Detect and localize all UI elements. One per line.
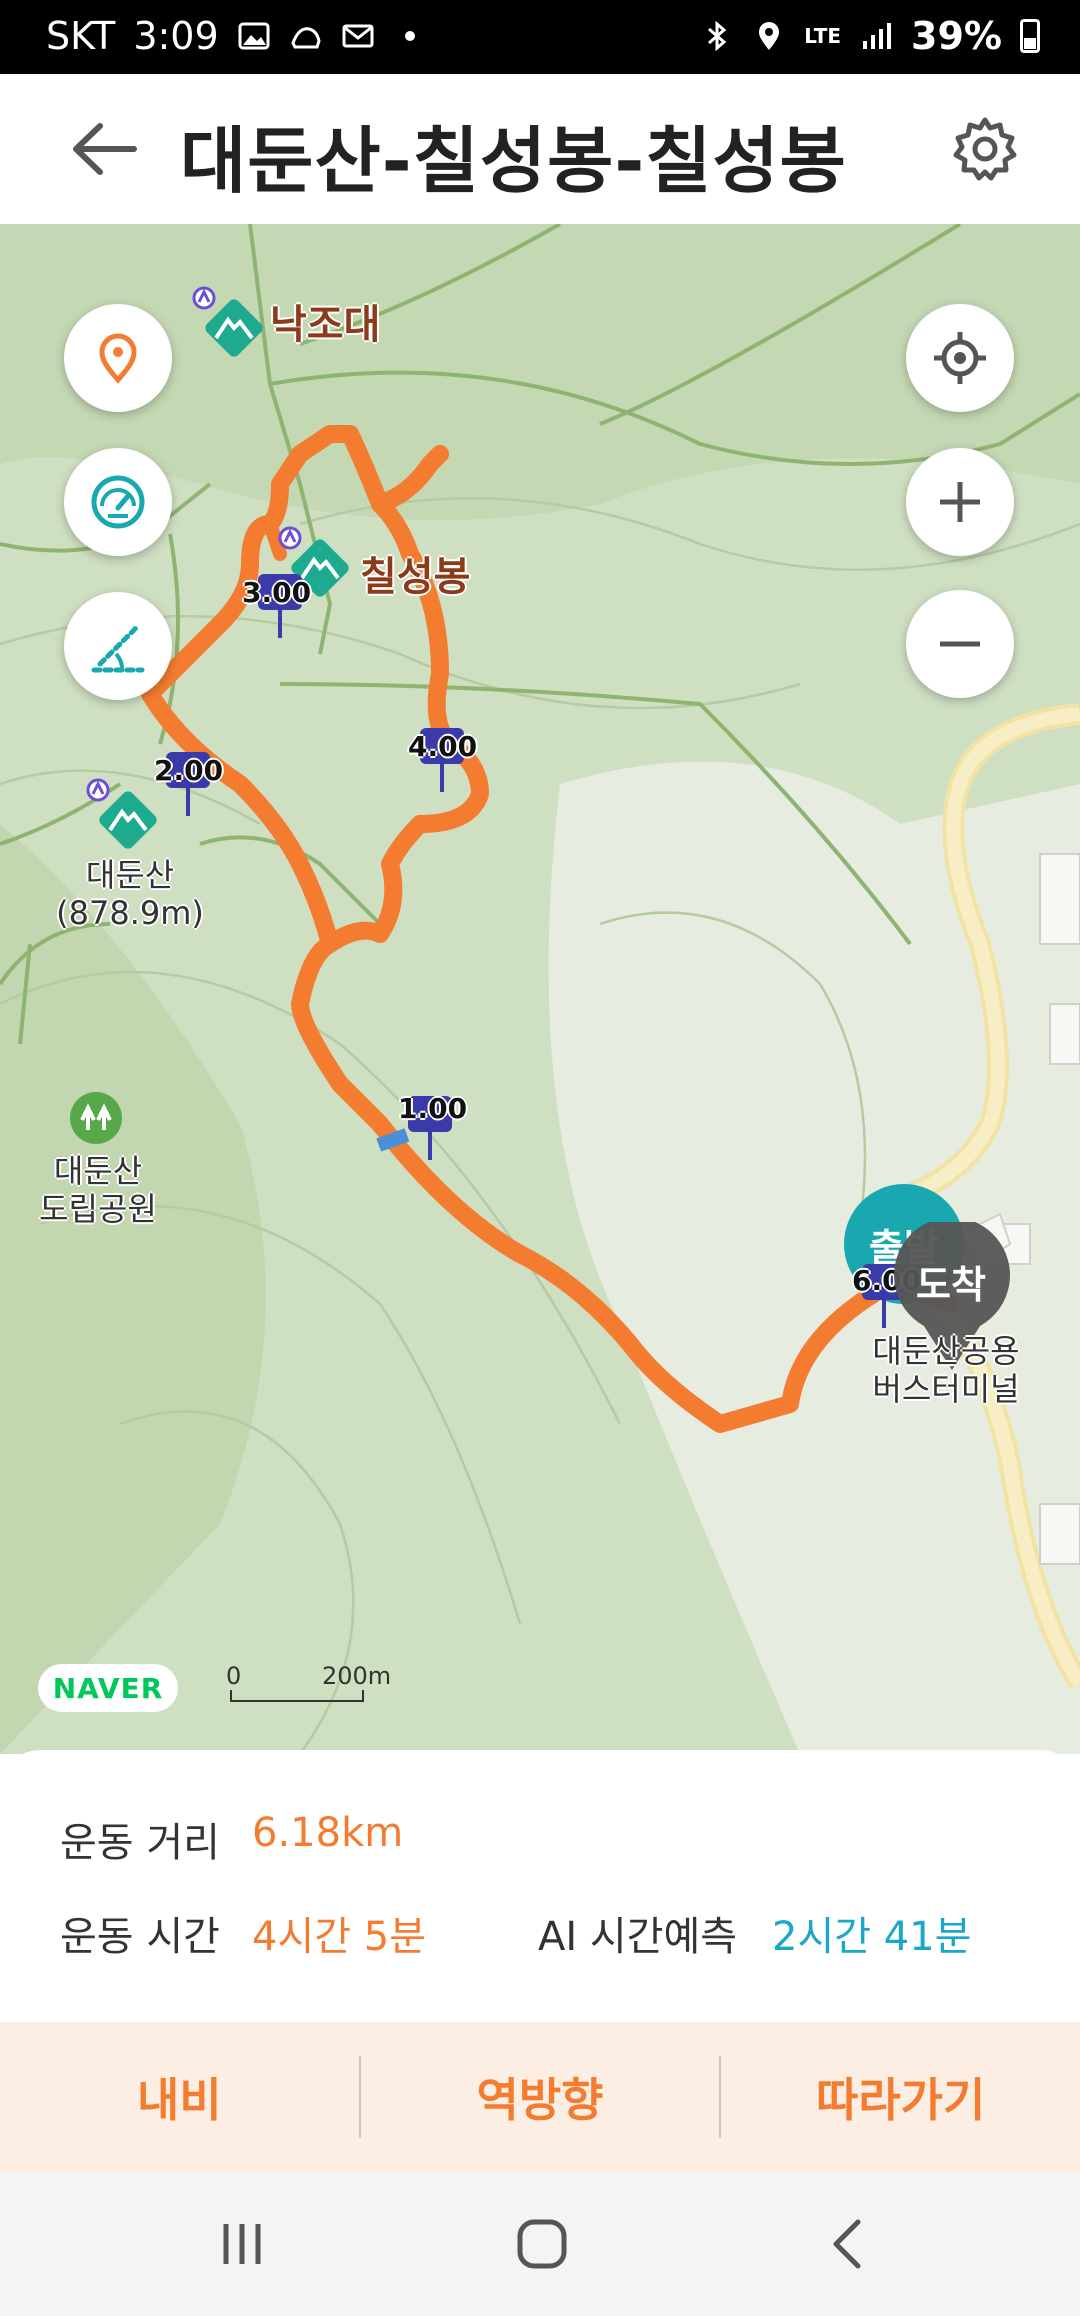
home-icon[interactable] bbox=[512, 2214, 572, 2274]
carrier: SKT bbox=[46, 14, 116, 58]
nav-back-icon[interactable] bbox=[818, 2214, 878, 2274]
bluetooth-icon bbox=[708, 20, 727, 52]
navi-button[interactable]: 내비 bbox=[0, 2064, 359, 2130]
battery-percent: 39% bbox=[911, 14, 1002, 58]
km-label: 4.00 bbox=[408, 730, 478, 763]
follow-button[interactable]: 따라가기 bbox=[721, 2064, 1080, 2130]
km-label: 3.00 bbox=[242, 576, 312, 609]
km-marker-3[interactable]: 3.00 bbox=[242, 570, 311, 644]
map-background bbox=[0, 224, 1080, 1754]
reverse-button[interactable]: 역방향 bbox=[361, 2064, 720, 2130]
zoom-out-icon bbox=[940, 641, 980, 647]
poi-name: 대둔산 bbox=[85, 856, 175, 894]
clock: 3:09 bbox=[133, 14, 219, 58]
poi-label-nakjodae[interactable]: 낙조대 bbox=[270, 292, 380, 350]
naver-logo: NAVER bbox=[38, 1664, 178, 1712]
signal-icon bbox=[863, 23, 892, 49]
speedometer-button[interactable] bbox=[64, 448, 172, 556]
info-panel: 운동 거리 6.18km 운동 시간 4시간 5분 AI 시간예측 2시간 41… bbox=[0, 1750, 1080, 2022]
gallery-icon bbox=[238, 22, 270, 50]
speedometer-icon bbox=[91, 475, 145, 529]
mountain-marker-icon bbox=[192, 286, 263, 357]
location-pin-button[interactable] bbox=[64, 304, 172, 412]
km-label: 1.00 bbox=[398, 1092, 468, 1125]
poi-label-terminal[interactable]: 대둔산공용 버스터미널 bbox=[836, 1332, 1056, 1408]
mountain-marker-icon bbox=[86, 778, 157, 849]
location-pin-icon bbox=[99, 333, 137, 384]
network-type: LTE bbox=[804, 24, 842, 48]
system-nav-bar bbox=[0, 2172, 1080, 2316]
battery-icon bbox=[1020, 19, 1040, 53]
mail-icon bbox=[342, 24, 374, 48]
zoom-out-button[interactable] bbox=[906, 590, 1014, 698]
back-arrow-icon[interactable] bbox=[64, 114, 144, 184]
my-location-button[interactable] bbox=[906, 304, 1014, 412]
distance-value: 6.18km bbox=[252, 1810, 404, 1856]
poi-elevation: (878.9m) bbox=[56, 894, 204, 932]
time-value: 4시간 5분 bbox=[252, 1914, 427, 1960]
km-marker-4[interactable]: 4.00 bbox=[408, 724, 477, 798]
scale-bar bbox=[230, 1690, 364, 1702]
dot-icon bbox=[404, 31, 415, 41]
park-icon bbox=[70, 1092, 122, 1144]
location-icon bbox=[759, 22, 780, 50]
map-scale: 0 200m bbox=[226, 1662, 426, 1712]
scale-end: 200m bbox=[322, 1662, 392, 1690]
distance-label: 운동 거리 bbox=[60, 1820, 220, 1866]
end-label: 도착 bbox=[916, 1263, 986, 1307]
page-title: 대둔산-칠성봉-칠성봉 bbox=[180, 119, 847, 203]
poi-label-chilseongbong[interactable]: 칠성봉 bbox=[360, 544, 470, 602]
poi-label-park[interactable]: 대둔산 도립공원 bbox=[20, 1152, 176, 1228]
action-bar: 내비 역방향 따라가기 bbox=[0, 2022, 1080, 2172]
app-header: 대둔산-칠성봉-칠성봉 bbox=[0, 74, 1080, 228]
time-label: 운동 시간 bbox=[60, 1914, 220, 1960]
map-view[interactable]: 낙조대 칠성봉 대둔산 (878.9m) 대둔산 도립공원 1.00 2.00 … bbox=[0, 224, 1080, 1754]
ai-prediction-value: 2시간 41분 bbox=[772, 1914, 972, 1960]
slope-button[interactable] bbox=[64, 592, 172, 700]
zoom-in-button[interactable] bbox=[906, 448, 1014, 556]
km-marker-2[interactable]: 2.00 bbox=[154, 748, 223, 822]
km-label: 2.00 bbox=[154, 754, 224, 787]
zoom-in-icon bbox=[940, 482, 980, 522]
km-marker-1[interactable]: 1.00 bbox=[398, 1092, 467, 1166]
ai-prediction-label: AI 시간예측 bbox=[538, 1914, 738, 1960]
scale-start: 0 bbox=[226, 1662, 242, 1690]
recent-apps-icon[interactable] bbox=[212, 2214, 272, 2274]
poi-label-daedunsan[interactable]: 대둔산 (878.9m) bbox=[50, 856, 210, 932]
my-location-icon bbox=[934, 332, 986, 384]
slope-icon bbox=[91, 625, 145, 673]
shoe-icon bbox=[291, 27, 321, 49]
status-bar: SKT 3:09 LTE 39% bbox=[0, 0, 1080, 74]
gear-icon[interactable] bbox=[950, 114, 1020, 184]
